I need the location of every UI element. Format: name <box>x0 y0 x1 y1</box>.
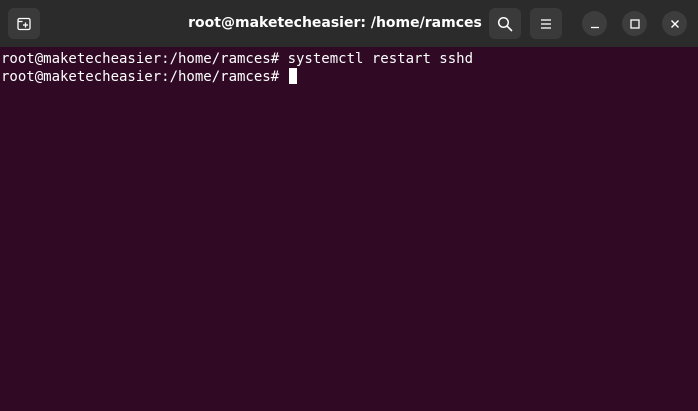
new-tab-button[interactable] <box>8 8 40 39</box>
terminal-line: root@maketecheasier:/home/ramces# <box>1 68 698 86</box>
maximize-button[interactable] <box>622 11 647 36</box>
terminal-cursor <box>288 68 297 84</box>
menu-button[interactable] <box>530 8 562 39</box>
terminal-output[interactable]: root@maketecheasier:/home/ramces# system… <box>0 47 698 411</box>
search-icon <box>497 16 513 32</box>
terminal-prompt: root@maketecheasier:/home/ramces# <box>1 69 288 85</box>
close-icon <box>670 19 680 29</box>
window-title: root@maketecheasier: /home/ramces <box>188 15 482 31</box>
terminal-window: root@maketecheasier: /home/ramces root@m… <box>0 0 698 411</box>
hamburger-menu-icon <box>540 18 552 30</box>
close-button[interactable] <box>662 11 687 36</box>
terminal-command: systemctl restart sshd <box>287 51 474 67</box>
minimize-button[interactable] <box>582 11 607 36</box>
new-tab-icon <box>17 17 31 31</box>
terminal-prompt: root@maketecheasier:/home/ramces# <box>1 51 288 67</box>
maximize-icon <box>629 18 640 29</box>
terminal-line: root@maketecheasier:/home/ramces# system… <box>1 50 698 68</box>
headerbar: root@maketecheasier: /home/ramces <box>0 0 698 47</box>
search-button[interactable] <box>489 8 521 39</box>
minimize-icon <box>590 19 600 29</box>
